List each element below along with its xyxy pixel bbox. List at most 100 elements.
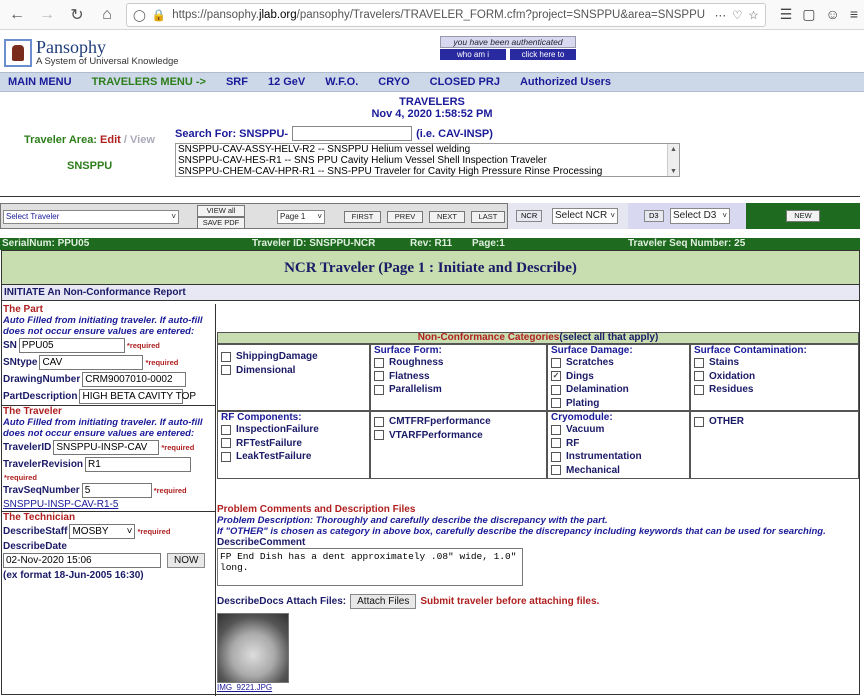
- checkbox-stains[interactable]: Stains: [694, 356, 858, 370]
- checkbox-rf-test-failure[interactable]: RFTestFailure: [221, 437, 369, 451]
- traveler-revision-field[interactable]: R1: [85, 457, 192, 472]
- home-icon[interactable]: ⌂: [96, 4, 118, 26]
- sntype-row: SNtype CAV *required: [3, 355, 179, 370]
- traveler-note: Auto Filled from initiating traveler. If…: [3, 417, 203, 439]
- describe-date-field[interactable]: 02-Nov-2020 15:06: [3, 553, 161, 568]
- drawing-number-field[interactable]: CRM9007010-0002: [82, 372, 187, 387]
- traveler-area-label: Traveler Area: Edit / View: [24, 134, 155, 146]
- menu-wfo[interactable]: W.F.O.: [325, 76, 358, 88]
- prev-button[interactable]: PREV: [387, 211, 423, 223]
- checkbox-delamination[interactable]: Delamination: [551, 383, 689, 397]
- checkbox-mechanical[interactable]: Mechanical: [551, 464, 689, 478]
- checkbox-roughness[interactable]: Roughness: [374, 356, 546, 370]
- search-label: Search For: SNSPPU-: [175, 127, 289, 140]
- library-icon[interactable]: ☰: [780, 6, 793, 23]
- forward-icon[interactable]: →: [36, 4, 58, 26]
- search-results-list[interactable]: SNSPPU-CAV-ASSY-HELV-R2 -- SNSPPU Helium…: [175, 143, 680, 177]
- menu-srf[interactable]: SRF: [226, 76, 248, 88]
- part-description-row: PartDescription HIGH BETA CAVITY TOP: [3, 389, 197, 404]
- now-button[interactable]: NOW: [167, 553, 206, 568]
- new-button[interactable]: NEW: [786, 210, 820, 222]
- area-view-link[interactable]: View: [130, 134, 155, 146]
- last-button[interactable]: LAST: [471, 211, 505, 223]
- sn-row: SN PPU05 *required: [3, 338, 160, 353]
- ncr-select[interactable]: Select NCR ˅: [552, 208, 618, 224]
- trav-seq-field[interactable]: 5: [81, 483, 152, 498]
- traveler-info-bar: SerialNum: PPU05 Traveler ID: SNSPPU-NCR…: [0, 238, 860, 250]
- checkbox-parallelism[interactable]: Parallelism: [374, 383, 546, 397]
- view-all-button[interactable]: VIEW all: [197, 205, 245, 217]
- next-button[interactable]: NEXT: [429, 211, 465, 223]
- search-input[interactable]: [292, 126, 413, 141]
- category-general: ShippingDamage Dimensional: [217, 344, 370, 411]
- menu-icon[interactable]: ≡: [850, 6, 858, 23]
- checkbox-vacuum[interactable]: Vacuum: [551, 423, 689, 437]
- sntype-field[interactable]: CAV: [39, 355, 144, 370]
- search-hint: (i.e. CAV-INSP): [416, 127, 493, 140]
- account-icon[interactable]: ☺: [826, 6, 840, 23]
- reload-icon[interactable]: ↻: [66, 4, 88, 26]
- checkbox-rf[interactable]: RF: [551, 437, 689, 451]
- list-item[interactable]: SNSPPU-CHEM-CAV-HPR-R1 -- SNS-PPU Travel…: [178, 166, 679, 176]
- sidebar-icon[interactable]: ▢: [802, 6, 815, 23]
- checkmark-icon: ✓: [551, 371, 561, 382]
- attachment-filename[interactable]: IMG_9221.JPG: [217, 683, 859, 692]
- address-bar[interactable]: ◯ 🔒 https://pansophy.jlab.org/pansophy/T…: [126, 2, 766, 27]
- pocket-icon[interactable]: ♡: [732, 8, 742, 22]
- menu-12gev[interactable]: 12 GeV: [268, 76, 305, 88]
- checkbox-cmtf-rf-performance[interactable]: CMTFRFperformance: [374, 415, 546, 429]
- part-description-field[interactable]: HIGH BETA CAVITY TOP: [79, 389, 196, 404]
- describe-staff-select[interactable]: MOSBY ˅: [69, 524, 136, 539]
- checkbox-dings[interactable]: ✓ Dings: [551, 370, 689, 384]
- sn-field[interactable]: PPU05: [18, 338, 125, 353]
- logo[interactable]: Pansophy A System of Universal Knowledge: [4, 38, 179, 67]
- category-rf-components: RF Components: InspectionFailure RFTestF…: [217, 411, 370, 479]
- back-icon[interactable]: ←: [6, 4, 28, 26]
- traveler-seq-number: Traveler Seq Number: 25: [628, 238, 746, 249]
- page-title-text: TRAVELERS: [399, 96, 465, 108]
- traveler-id-field[interactable]: SNSPPU-INSP-CAV: [53, 440, 160, 455]
- checkbox-flatness[interactable]: Flatness: [374, 370, 546, 384]
- attachment-thumbnail[interactable]: [217, 613, 289, 683]
- checkbox-leak-test-failure[interactable]: LeakTestFailure: [221, 450, 369, 464]
- menu-travelers[interactable]: TRAVELERS MENU ->: [92, 76, 206, 88]
- chevron-down-icon: ˅: [610, 211, 615, 220]
- list-item[interactable]: SNSPPU-CAV-HES-R1 -- SNS PPU Cavity Heli…: [178, 155, 679, 166]
- select-traveler-dropdown[interactable]: Select Traveler ˅: [3, 210, 179, 224]
- scrollbar[interactable]: ▲ ▼: [667, 144, 679, 176]
- save-pdf-button[interactable]: SAVE PDF: [197, 217, 245, 229]
- area-edit-link[interactable]: Edit: [100, 134, 121, 146]
- checkbox-inspection-failure[interactable]: InspectionFailure: [221, 423, 369, 437]
- main-menu-bar: MAIN MENU TRAVELERS MENU -> SRF 12 GeV W…: [0, 72, 864, 92]
- checkbox-shipping-damage[interactable]: ShippingDamage: [221, 350, 369, 364]
- d3-select[interactable]: Select D3 ˅: [670, 208, 730, 224]
- checkbox-residues[interactable]: Residues: [694, 383, 858, 397]
- checkbox-vta-rf-performance[interactable]: VTARFPerformance: [374, 429, 546, 443]
- search-area: Traveler Area: Edit / View SNSPPU Search…: [0, 126, 864, 194]
- ncr-title: NCR Traveler (Page 1 : Initiate and Desc…: [2, 251, 859, 285]
- page-select[interactable]: Page 1 ˅: [277, 210, 325, 224]
- area-name: SNSPPU: [67, 160, 113, 172]
- bookmark-star-icon[interactable]: ☆: [748, 8, 758, 22]
- logout-link[interactable]: click here to logout: [510, 49, 576, 70]
- menu-cryo[interactable]: CRYO: [378, 76, 409, 88]
- menu-authorized-users[interactable]: Authorized Users: [520, 76, 611, 88]
- auth-status: you have been authenticated: [440, 36, 576, 48]
- checkbox-instrumentation[interactable]: Instrumentation: [551, 450, 689, 464]
- checkbox-oxidation[interactable]: Oxidation: [694, 370, 858, 384]
- first-button[interactable]: FIRST: [344, 211, 381, 223]
- checkbox-dimensional[interactable]: Dimensional: [221, 364, 369, 378]
- menu-closed-prj[interactable]: CLOSED PRJ: [430, 76, 500, 88]
- describe-comment-field[interactable]: FP End Dish has a dent approximately .08…: [217, 548, 523, 586]
- checkbox-plating[interactable]: Plating: [551, 397, 689, 411]
- right-column: Non-Conformance Categories(select all th…: [217, 304, 859, 696]
- checkbox-scratches[interactable]: Scratches: [551, 356, 689, 370]
- menu-main[interactable]: MAIN MENU: [8, 76, 72, 88]
- list-item[interactable]: SNSPPU-CAV-ASSY-HELV-R2 -- SNSPPU Helium…: [178, 144, 679, 155]
- attach-files-button[interactable]: Attach Files: [350, 594, 417, 609]
- checkbox-other[interactable]: OTHER: [694, 415, 858, 429]
- who-am-i-link[interactable]: who am i: [440, 49, 506, 60]
- traveler-link[interactable]: SNSPPU-INSP-CAV-R1-5: [2, 499, 215, 510]
- more-icon[interactable]: ⋯: [715, 8, 727, 22]
- part-note: Auto Filled from initiating traveler. If…: [3, 315, 203, 337]
